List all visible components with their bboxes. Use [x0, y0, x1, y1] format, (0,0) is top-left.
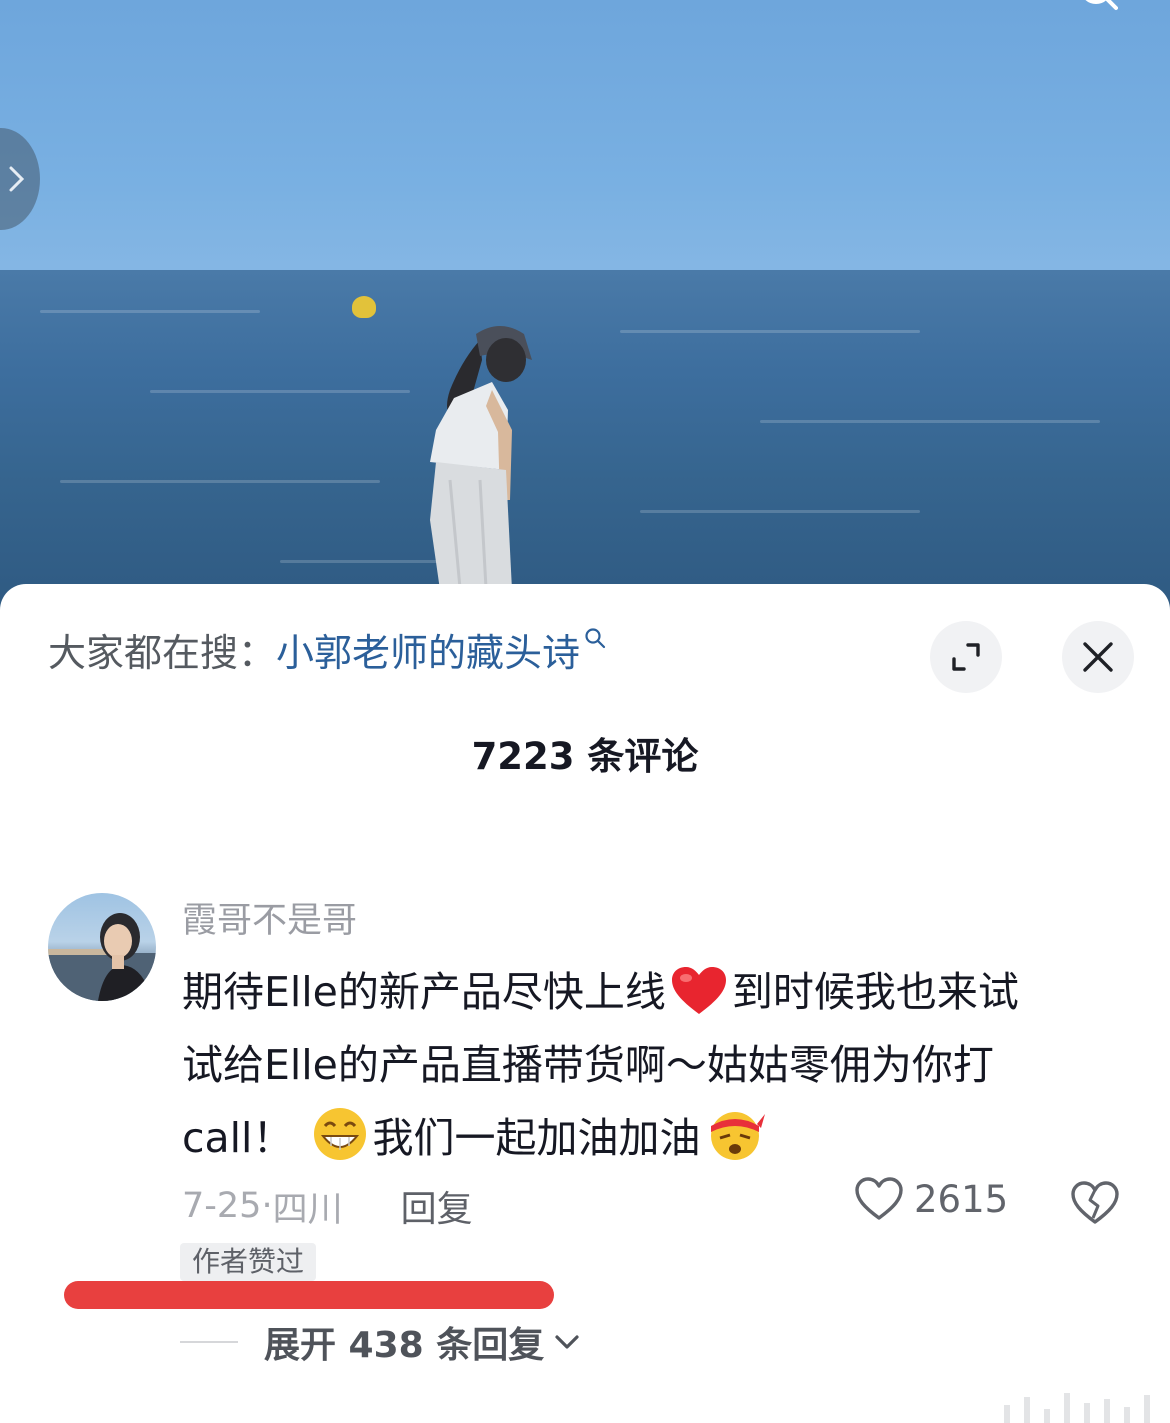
like-count: 2615 — [914, 1177, 1009, 1221]
comment-text-part: 试给Elle的产品直播带货啊～姑姑零佣为你打 — [182, 1041, 994, 1089]
author-liked-badge: 作者赞过 — [180, 1243, 317, 1281]
annotation-red-underline — [64, 1281, 554, 1309]
heart-emoji-icon — [671, 967, 726, 1014]
avatar[interactable] — [48, 893, 156, 1001]
comment-date: 7-25 — [182, 1186, 262, 1226]
meta-separator: · — [261, 1186, 273, 1226]
buoy-image — [352, 296, 376, 318]
comment-text: 期待Elle的新产品尽快上线 到时候我也来试 试给Elle的产品直播带货啊～姑姑… — [182, 956, 1122, 1175]
person-figure — [430, 326, 532, 590]
chevron-right-icon — [9, 166, 25, 192]
close-button[interactable] — [1062, 621, 1134, 693]
watermark-strip — [990, 1393, 1150, 1423]
comment-text-part: 期待Elle的新产品尽快上线 — [182, 968, 666, 1016]
reply-button[interactable]: 回复 — [401, 1180, 473, 1232]
chevron-down-icon — [555, 1335, 579, 1349]
expand-replies-label: 展开 438 条回复 — [264, 1325, 545, 1366]
search-suggestion-term[interactable]: 小郭老师的藏头诗 — [276, 622, 580, 677]
comment-meta: 7-25 · 四川 回复 — [182, 1180, 473, 1232]
close-icon — [1083, 642, 1113, 672]
expand-button[interactable] — [930, 621, 1002, 693]
expand-icon — [952, 643, 980, 671]
search-suggestion-label: 大家都在搜： — [48, 630, 277, 675]
avatar-image — [48, 913, 156, 1001]
comment-text-part: 我们一起加油加油 — [372, 1114, 701, 1162]
search-suggestion[interactable]: 大家都在搜： 小郭老师的藏头诗 — [48, 614, 606, 684]
comment-username[interactable]: 霞哥不是哥 — [182, 892, 357, 943]
search-icon[interactable] — [1078, 0, 1118, 20]
expand-divider — [180, 1341, 238, 1343]
grin-emoji-icon — [313, 1108, 366, 1160]
comment-text-part: 到时候我也来试 — [731, 968, 1019, 1016]
comment-count-title: 7223 条评论 — [471, 735, 699, 778]
like-button[interactable]: 2615 — [854, 1176, 1008, 1222]
side-panel-toggle[interactable] — [0, 128, 40, 230]
video-background[interactable] — [0, 0, 1170, 610]
headband-emoji-icon — [710, 1112, 765, 1160]
sea-image — [0, 270, 1170, 610]
heart-icon — [855, 1177, 903, 1220]
comment-location: 四川 — [272, 1189, 343, 1230]
broken-heart-icon[interactable] — [1070, 1180, 1120, 1226]
expand-replies-button[interactable]: 展开 438 条回复 — [180, 1316, 580, 1368]
comments-sheet: 大家都在搜： 小郭老师的藏头诗 7223 条评论 霞哥不是哥 期待Elle的新产… — [0, 584, 1170, 1423]
comment-text-part: call！ — [182, 1114, 294, 1162]
search-icon — [585, 628, 606, 649]
